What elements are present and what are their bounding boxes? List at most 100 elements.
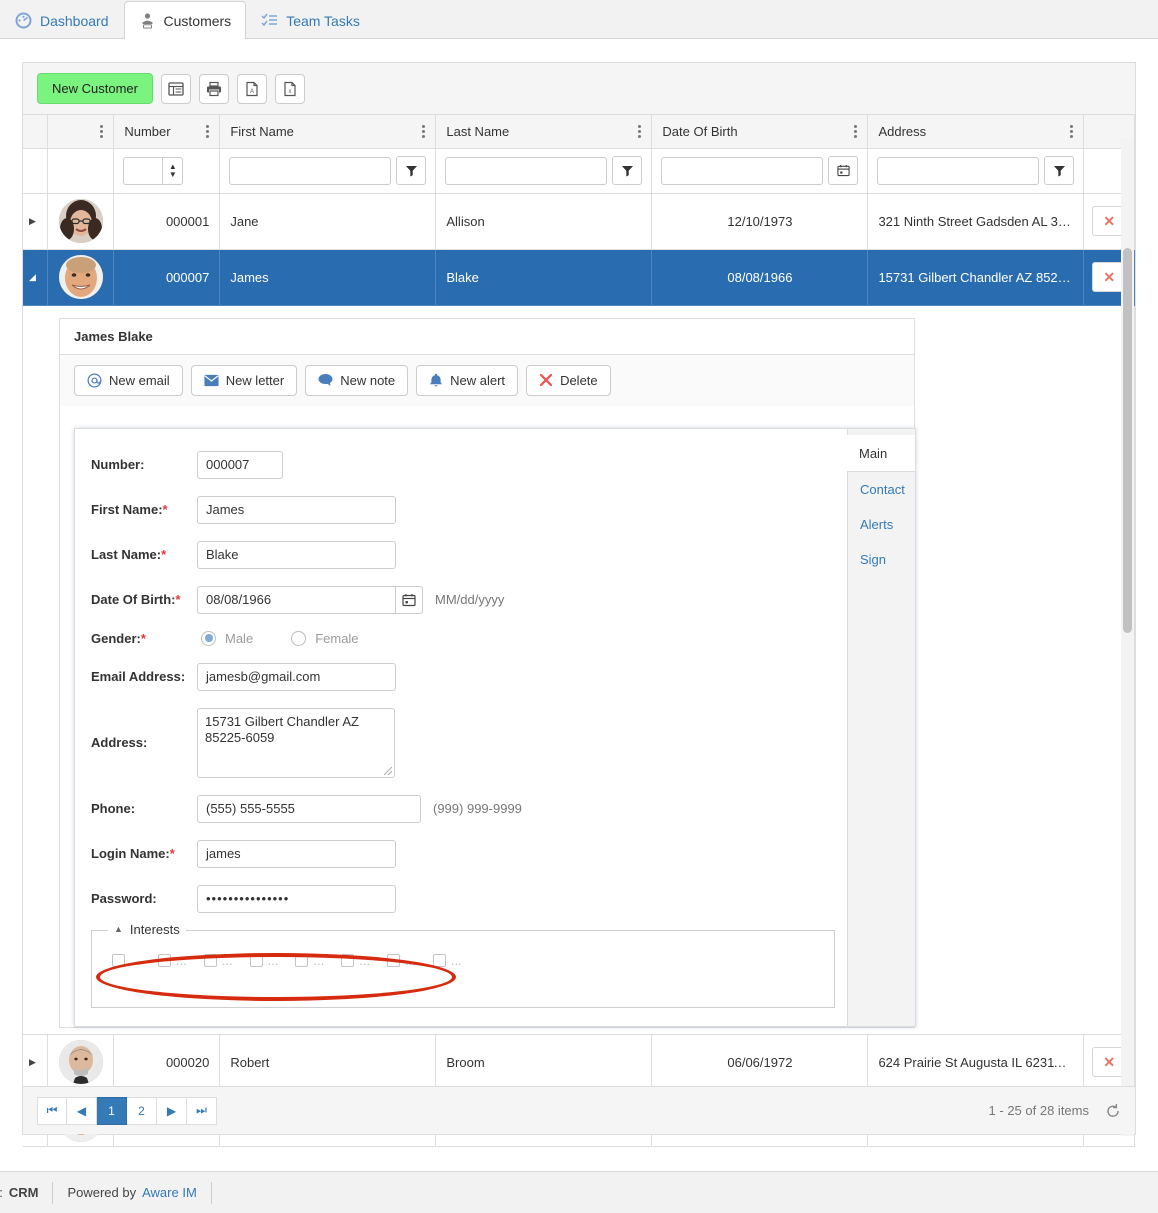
number-filter-input[interactable] [124, 158, 162, 184]
collapse-row-icon[interactable]: ◢ [23, 272, 47, 283]
col-number-menu-icon[interactable] [206, 123, 210, 140]
checkbox-icon[interactable] [295, 953, 309, 967]
phone-input[interactable]: (555) 555-5555 [197, 794, 421, 823]
dob-input[interactable]: 08/08/1966 [197, 585, 395, 614]
checkbox-icon[interactable] [112, 953, 125, 967]
gender-male-option[interactable]: Male [201, 630, 253, 646]
last-name-filter-icon[interactable] [612, 156, 643, 185]
col-last-name[interactable]: Last Name [435, 115, 653, 149]
address-textarea[interactable]: 15731 Gilbert Chandler AZ 85225-6059 [197, 707, 395, 778]
grid-vertical-scrollbar[interactable] [1121, 138, 1134, 1136]
expand-row-icon[interactable]: ▶ [23, 1057, 47, 1068]
number-input[interactable]: 000007 [197, 450, 283, 479]
tab-dashboard[interactable]: Dashboard [0, 1, 124, 39]
footer-vendor-link[interactable]: Aware IM [142, 1185, 197, 1200]
first-name-filter-input[interactable] [229, 156, 392, 185]
col-last-name-menu-icon[interactable] [638, 123, 642, 140]
row-expander-cell[interactable]: ◢ [23, 249, 48, 306]
tab-main[interactable]: Main [847, 434, 915, 472]
number-filter-arrows[interactable]: ▲ ▼ [162, 157, 182, 184]
new-alert-button[interactable]: New alert [416, 364, 519, 396]
calendar-icon[interactable] [395, 585, 423, 614]
table-row[interactable]: ▶ [23, 1034, 1135, 1091]
new-letter-button[interactable]: New letter [190, 364, 298, 396]
row-number-cell: 000020 [113, 1034, 221, 1091]
dob-filter-calendar-icon[interactable] [828, 156, 859, 185]
interest-checkbox-item[interactable]: ... [112, 953, 141, 968]
interest-checkbox-item[interactable]: ... [432, 953, 462, 968]
table-row[interactable]: ▶ [23, 193, 1135, 250]
new-email-button[interactable]: New email [74, 364, 183, 396]
interest-checkbox-item[interactable]: ... [203, 953, 233, 968]
new-note-button[interactable]: New note [305, 364, 409, 396]
field-number: Number: 000007 [91, 450, 847, 479]
first-name-filter-icon[interactable] [396, 156, 427, 185]
interest-checkbox-item[interactable]: ... [295, 953, 324, 968]
pager-page-2[interactable]: 2 [127, 1096, 157, 1125]
checkbox-icon[interactable] [341, 953, 355, 967]
table-row[interactable]: ◢ 000007 James Blake 08/08/1966 15731 Gi… [23, 249, 1135, 306]
radio-unselected-icon[interactable] [291, 630, 307, 646]
checkbox-icon[interactable] [387, 953, 401, 967]
col-address-menu-icon[interactable] [1070, 123, 1074, 140]
excel-export-icon[interactable]: x [274, 73, 305, 104]
col-number[interactable]: Number [113, 115, 221, 149]
row-address-cell: 15731 Gilbert Chandler AZ 8522… [867, 249, 1085, 306]
col-first-name-menu-icon[interactable] [422, 123, 426, 140]
refresh-icon[interactable] [1105, 1103, 1121, 1119]
col-dob-menu-icon[interactable] [854, 123, 858, 140]
tab-sign[interactable]: Sign [848, 542, 915, 577]
print-icon[interactable] [198, 73, 229, 104]
chevron-up-icon[interactable]: ▲ [114, 924, 123, 934]
row-first-name: James [230, 269, 269, 285]
col-photo-menu-icon[interactable] [100, 123, 104, 140]
tab-contact[interactable]: Contact [848, 472, 915, 507]
col-first-name[interactable]: First Name [219, 115, 437, 149]
grid-view-icon[interactable] [160, 73, 191, 104]
address-filter-input[interactable] [877, 156, 1040, 185]
last-name-input[interactable]: Blake [197, 540, 396, 569]
interests-legend[interactable]: ▲ Interests [108, 921, 186, 937]
row-expander-cell[interactable]: ▶ [23, 193, 48, 250]
first-name-input[interactable]: James [197, 495, 396, 524]
row-expander-cell[interactable]: ▶ [23, 1034, 48, 1091]
last-name-filter-input[interactable] [445, 156, 608, 185]
pager-next-button[interactable]: ▶ [157, 1096, 187, 1125]
radio-selected-icon[interactable] [201, 630, 216, 646]
pdf-export-icon[interactable]: A [236, 73, 267, 104]
interest-checkbox-item[interactable]: ... [341, 953, 370, 968]
interest-checkbox-item[interactable]: ... [387, 953, 416, 968]
tab-alerts[interactable]: Alerts [848, 507, 915, 542]
checkbox-icon[interactable] [432, 953, 446, 967]
dob-filter-input[interactable] [661, 156, 824, 185]
checkbox-icon[interactable] [157, 953, 171, 967]
pager-prev-button[interactable]: ◀ [67, 1096, 97, 1125]
email-input[interactable]: jamesb@gmail.com [197, 662, 396, 691]
new-customer-button[interactable]: New Customer [37, 73, 153, 104]
scrollbar-thumb[interactable] [1123, 248, 1132, 633]
checkbox-icon[interactable] [249, 953, 263, 967]
tab-customers[interactable]: Customers [123, 1, 247, 39]
address-filter-icon[interactable] [1044, 156, 1075, 185]
number-filter-stepper[interactable]: ▲ ▼ [123, 156, 184, 185]
tab-team-tasks[interactable]: Team Tasks [246, 1, 375, 39]
interest-checkbox-item[interactable]: ... [249, 953, 278, 968]
login-name-input[interactable]: james [197, 839, 396, 868]
password-input[interactable]: ••••••••••••••• [197, 884, 396, 913]
interest-checkbox-item[interactable]: ... [157, 953, 187, 968]
pager-first-button[interactable]: ⏮ [37, 1096, 67, 1125]
footer-database-label: e: [0, 1185, 3, 1200]
col-dob[interactable]: Date Of Birth [651, 115, 869, 149]
checkbox-icon[interactable] [203, 953, 217, 967]
dob-datepicker[interactable]: 08/08/1966 [197, 585, 423, 614]
stepper-down-icon[interactable]: ▼ [169, 170, 177, 179]
col-address[interactable]: Address [867, 115, 1085, 149]
pager-page-1[interactable]: 1 [97, 1096, 127, 1125]
row-address: 624 Prairie St Augusta IL 62311-… [878, 1054, 1078, 1070]
gender-female-option[interactable]: Female [291, 630, 359, 646]
pager-last-button[interactable]: ⏭ [187, 1096, 217, 1125]
col-photo[interactable] [47, 115, 115, 149]
expand-row-icon[interactable]: ▶ [23, 216, 47, 227]
delete-button[interactable]: Delete [526, 364, 611, 396]
table-header: Number First Name Last Name Date Of Birt… [23, 115, 1135, 149]
